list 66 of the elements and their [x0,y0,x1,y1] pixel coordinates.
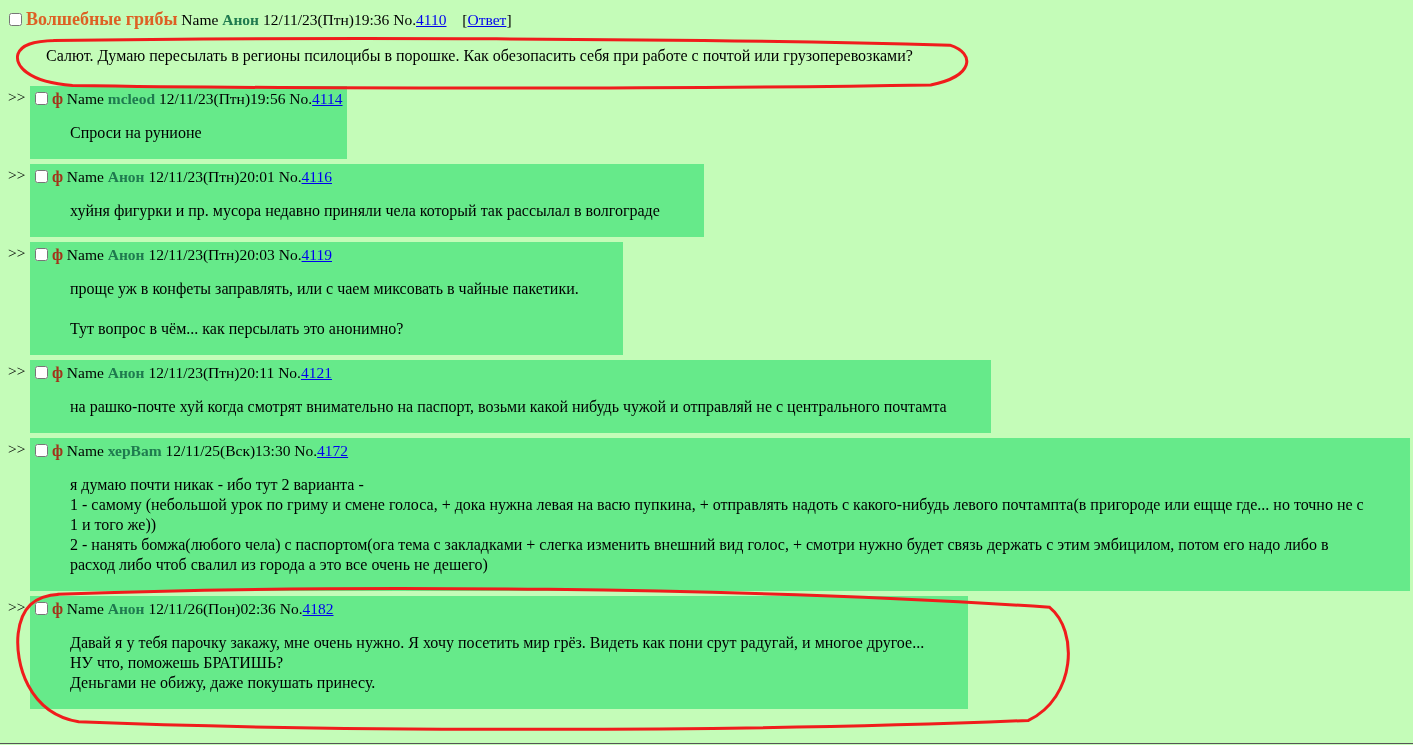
reply-marker: >> [8,439,27,459]
poster-name: Анон [222,11,260,28]
reply-marker: >> [8,361,27,381]
post-number-link[interactable]: 4116 [301,168,332,185]
post-number-link[interactable]: 4121 [300,364,332,381]
name-label: Name [181,11,219,28]
reply-link[interactable]: Ответ [467,11,507,28]
thread-subject: Волшебные грибы [25,9,178,29]
reply-bracket: ] [506,11,512,28]
post-message: Салют. Думаю пересылать в регионы псилоцибы в порошке. Как обезопасить себя при работе с почтой или грузоперевозками? [46,46,913,66]
select-checkbox[interactable] [9,13,22,26]
name-label: Name [66,442,104,459]
reply-marker: >> [8,165,27,185]
reply-bracket: [ [462,11,468,28]
post-number-link[interactable]: 4182 [302,600,334,617]
select-checkbox[interactable] [35,248,48,261]
post-tag: ф [51,246,63,263]
name-label: Name [66,168,104,185]
post-tag: ф [51,90,63,107]
reply-marker: >> [8,87,27,107]
post-number-label: No. [278,168,302,185]
post-message: Давай я у тебя парочку закажу, мне очень нужно. Я хочу посетить мир грёз. Видеть как пони срут радугай, и многое другое... НУ что, поможешь БРАТИШЬ? Деньгами не обижу, даже покушать принесу. [70,633,925,693]
post-number-link[interactable]: 4119 [301,246,332,263]
post-number-label: No. [289,90,313,107]
select-checkbox[interactable] [35,170,48,183]
post-number-label: No. [279,600,303,617]
post-message: Тут вопрос в чём... как персылать это анонимно? [70,319,405,339]
post-number-label: No. [278,246,302,263]
post-tag: ф [51,168,63,185]
select-checkbox[interactable] [35,92,48,105]
poster-name: херВam [107,442,162,459]
post-tag: ф [51,442,63,459]
post-date: 12/11/23(Птн)20:01 [148,168,275,185]
post-date: 12/11/23(Птн)20:03 [148,246,275,263]
post-message: проще уж в конфеты заправлять, или с чаем миксовать в чайные пакетики. [70,279,579,299]
reply-marker: >> [8,597,27,617]
post-date: 12/11/25(Вск)13:30 [165,442,291,459]
post-number-label: No. [393,11,417,28]
post-message: Спроси на рунионе [70,123,203,143]
poster-name: Анон [107,168,145,185]
post-date: 12/11/23(Птн)20:11 [148,364,275,381]
post-tag: ф [51,364,63,381]
poster-name: Анон [107,600,145,617]
post-message: на рашко-почте хуй когда смотрят внимательно на паспорт, возьми какой нибудь чужой и отправляй не с центрального почтамта [70,397,947,417]
post-number-label: No. [294,442,318,459]
post-date: 12/11/23(Птн)19:36 [262,11,390,28]
poster-name: mcleod [107,90,156,107]
select-checkbox[interactable] [35,602,48,615]
poster-name: Анон [107,364,145,381]
select-checkbox[interactable] [35,444,48,457]
reply-marker: >> [8,243,27,263]
post-date: 12/11/26(Пон)02:36 [148,600,276,617]
name-label: Name [66,246,104,263]
post-number-link[interactable]: 4110 [416,11,447,28]
post-message: хуйня фигурки и пр. мусора недавно приняли чела который так рассылал в волгограде [70,201,660,221]
name-label: Name [66,90,104,107]
name-label: Name [66,364,104,381]
select-checkbox[interactable] [35,366,48,379]
post-number-link[interactable]: 4172 [317,442,349,459]
post-number-label: No. [278,364,301,381]
post-tag: ф [51,600,63,617]
post-number-link[interactable]: 4114 [312,90,343,107]
post-date: 12/11/23(Птн)19:56 [158,90,286,107]
poster-name: Анон [107,246,145,263]
name-label: Name [66,600,104,617]
post-message: я думаю почти никак - ибо тут 2 варианта - 1 - самому (небольшой урок по гриму и смене голоса, + дока нужна левая на васю пупкина, + отправлять надоть с какого-нибудь левого почтампта(в пригороде или ещще где... но точно не с 1 и того же)) 2 - нанять бомжа(любого чела) с паспортом(ога тема с закладками + слегка изменить внешний вид голос, + смотри нужно будет связь держать с этим эмбицилом, потом его надо либо в расход либо чтоб свалил из города а это все очень не дешего) [70,475,1365,575]
